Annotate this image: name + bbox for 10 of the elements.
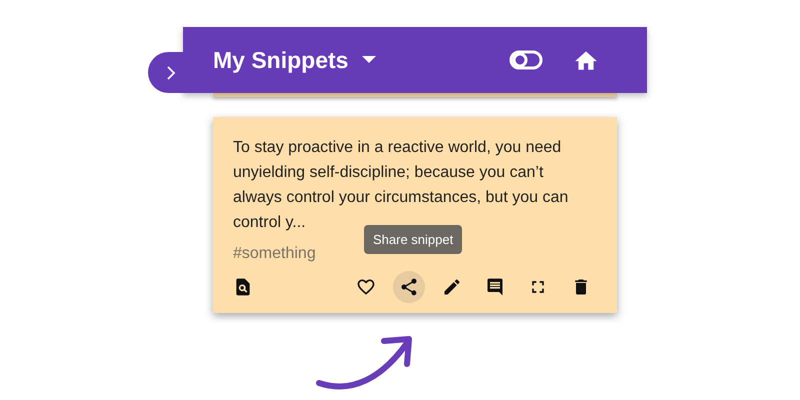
pencil-icon [442,277,462,297]
comment-icon [485,277,505,297]
heart-icon [356,277,376,297]
tooltip: Share snippet [364,225,462,254]
caret-icon [362,56,376,64]
toggle-icon[interactable] [509,49,543,71]
expand-button[interactable] [148,52,198,93]
share-icon [399,277,419,297]
share-button[interactable] [393,271,425,303]
snippets-dropdown[interactable]: My Snippets [213,46,376,74]
